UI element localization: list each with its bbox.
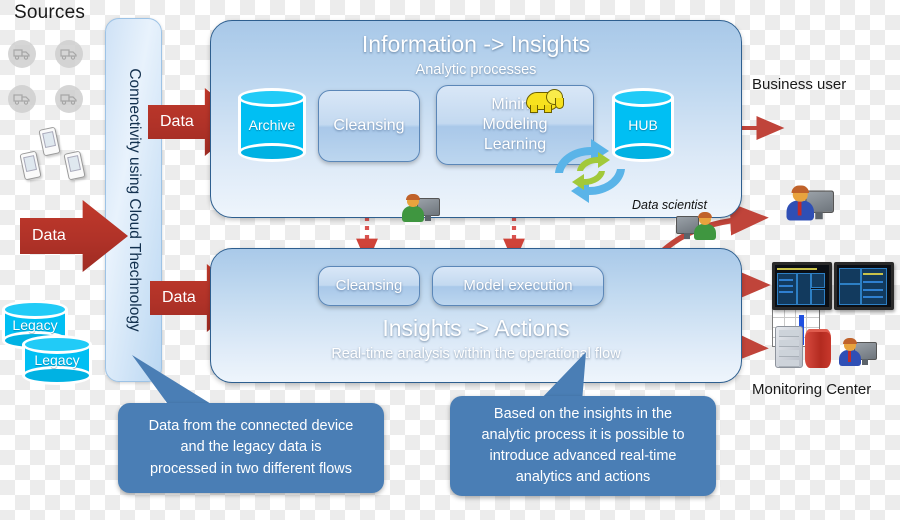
person-at-computer-icon	[676, 212, 716, 242]
top-cleansing-box[interactable]: Cleansing	[318, 90, 420, 162]
legacy-label: Legacy	[34, 352, 80, 368]
database-drum-icon	[805, 329, 831, 368]
top-panel-title: Information -> Insights	[361, 31, 591, 57]
right-callout-line-4: analytics and actions	[515, 469, 651, 486]
truck-icon	[55, 85, 83, 113]
top-cleansing-label: Cleansing	[333, 117, 405, 134]
top-panel-subtitle: Analytic processes	[415, 62, 537, 78]
dual-dashboard-monitors-icon	[772, 262, 894, 310]
data-arrow-label: Data	[162, 289, 196, 306]
connectivity-label: Connectivity using Cloud Thechnology	[125, 68, 143, 332]
mining-line-2: Modeling	[482, 116, 548, 133]
bottom-panel-subtitle: Real-time analysis within the operationa…	[331, 346, 621, 362]
server-icon	[775, 326, 803, 368]
person-at-computer-icon	[400, 194, 440, 224]
diagram-canvas: Sources Legacy Legacy Connectivity using…	[0, 0, 900, 520]
business-user-label: Business user	[752, 76, 847, 93]
model-execution-box[interactable]: Model execution	[432, 266, 604, 306]
person-at-computer-icon	[784, 185, 834, 223]
mobile-device-icon	[63, 150, 86, 181]
right-callout-line-1: Based on the insights in the	[493, 405, 673, 422]
bottom-cleansing-box[interactable]: Cleansing	[318, 266, 420, 306]
hub-label: HUB	[628, 117, 658, 133]
left-callout-line-3: processed in two different flows	[149, 460, 353, 477]
data-scientist-label: Data scientist	[632, 198, 708, 212]
bottom-panel-title: Insights -> Actions	[382, 315, 570, 341]
left-callout-line-1: Data from the connected device	[148, 418, 354, 435]
server-and-operator-icon	[775, 326, 877, 368]
data-arrow-label: Data	[32, 227, 66, 244]
mobile-device-icon	[19, 150, 42, 181]
mobile-device-icon	[38, 126, 61, 157]
connectivity-bar: Connectivity using Cloud Thechnology	[105, 18, 162, 382]
archive-datastore: Archive	[238, 88, 306, 162]
truck-icon	[8, 40, 36, 68]
legacy-label: Legacy	[12, 317, 58, 333]
data-arrow-label: Data	[160, 113, 194, 130]
person-at-computer-icon	[837, 338, 877, 368]
monitoring-center-label: Monitoring Center	[752, 381, 872, 398]
right-callout-line-3: introduce advanced real-time	[489, 448, 677, 464]
model-execution-label: Model execution	[463, 276, 573, 294]
elephant-icon	[522, 88, 564, 113]
archive-label: Archive	[248, 117, 296, 133]
left-callout-line-2: and the legacy data is	[180, 439, 322, 456]
right-callout: Based on the insights in the analytic pr…	[450, 396, 716, 496]
truck-icon	[8, 85, 36, 113]
left-callout: Data from the connected device and the l…	[118, 403, 384, 493]
legacy-datastore-2: Legacy	[22, 335, 92, 385]
truck-icon	[55, 40, 83, 68]
sources-label: Sources	[14, 2, 86, 23]
bottom-cleansing-label: Cleansing	[335, 276, 403, 294]
right-callout-line-2: analytic process it is possible to	[481, 426, 685, 443]
refresh-cycle-icon	[555, 139, 625, 203]
